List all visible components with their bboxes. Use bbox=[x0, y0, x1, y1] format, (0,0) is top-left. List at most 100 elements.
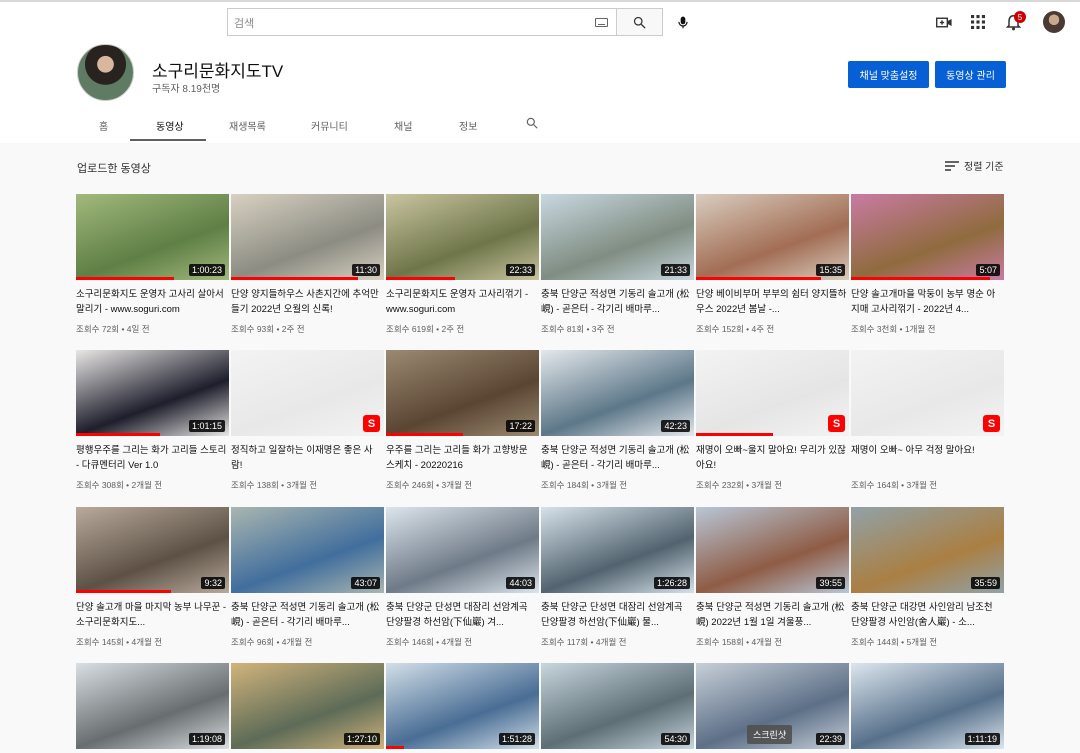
video-title[interactable]: 정직하고 일잘하는 이재명은 좋은 사람! bbox=[231, 443, 384, 473]
video-thumbnail[interactable]: 5:07 bbox=[851, 194, 1004, 280]
video-thumbnail[interactable]: 9:32 bbox=[76, 507, 229, 593]
video-card[interactable]: 42:23 충북 단양군 적성면 기동리 솔고개 (松峴) - 곧은터 - 각기리… bbox=[541, 350, 694, 491]
video-card[interactable]: S 재명이 오빠~울지 말아요! 우리가 있잖아요! 조회수 232회 • 3개월 … bbox=[696, 350, 849, 491]
video-thumbnail[interactable]: 1:11:19 bbox=[851, 663, 1004, 749]
video-meta: 조회수 93회 • 2주 전 bbox=[231, 324, 305, 334]
search-button[interactable] bbox=[617, 8, 663, 36]
video-title[interactable]: 충북 단양군 적성면 기동리 솔고개 (松峴) 2022년 1월 1일 겨울풍.… bbox=[696, 600, 849, 630]
video-title[interactable]: 재명이 오빠~울지 말아요! 우리가 있잖아요! bbox=[696, 443, 849, 473]
tab-about[interactable]: 정보 bbox=[459, 118, 477, 133]
apps-button[interactable] bbox=[966, 10, 990, 34]
video-title[interactable]: 충북 단양군 대강면 사인암리 남조천 단양팔경 사인암(舍人巖) - 소... bbox=[851, 600, 1004, 630]
video-thumbnail[interactable]: 1:01:15 bbox=[76, 350, 229, 436]
video-thumbnail[interactable]: 21:33 bbox=[541, 194, 694, 280]
video-thumbnail[interactable]: S bbox=[696, 350, 849, 436]
video-thumbnail[interactable]: 42:23 bbox=[541, 350, 694, 436]
video-thumbnail[interactable]: 22:33 bbox=[386, 194, 539, 280]
video-title[interactable]: 충북 단양군 단성면 대잠리 선암계곡 단양팔경 하선암(下仙巖) 겨... bbox=[386, 600, 539, 630]
tab-home[interactable]: 홈 bbox=[99, 118, 108, 133]
shorts-icon: S bbox=[828, 415, 845, 432]
video-card[interactable]: 5:07 단양 솔고개마을 막둥이 농부 명순 아지매 고사리꺾기 - 2022년… bbox=[851, 194, 1004, 335]
tab-community[interactable]: 커뮤니티 bbox=[311, 118, 348, 133]
video-thumbnail[interactable]: 1:51:28 bbox=[386, 663, 539, 749]
video-meta: 조회수 144회 • 5개월 전 bbox=[851, 637, 938, 647]
manage-videos-button[interactable]: 동영상 관리 bbox=[935, 61, 1006, 88]
watch-progress-bar bbox=[76, 277, 174, 280]
video-card[interactable]: 1:27:10 bbox=[231, 663, 384, 749]
search-input[interactable]: 검색 bbox=[234, 15, 254, 31]
video-card[interactable]: S 재명이 오빠~ 아무 걱정 말아요! 조회수 164회 • 3개월 전 bbox=[851, 350, 1004, 491]
keyboard-icon[interactable] bbox=[595, 18, 608, 27]
video-thumbnail[interactable]: 35:59 bbox=[851, 507, 1004, 593]
microphone-button[interactable] bbox=[672, 10, 694, 34]
video-duration: 5:07 bbox=[976, 264, 1000, 276]
search-box[interactable]: 검색 bbox=[227, 8, 617, 36]
video-title[interactable]: 단양 솔고개 마을 마지막 농부 나무꾼 - 소구리문화지도... bbox=[76, 600, 229, 630]
customize-channel-button[interactable]: 채널 맞춤설정 bbox=[848, 61, 929, 88]
video-title[interactable]: 소구리문화지도 운영자 고사리꺾기 - www.soguri.com bbox=[386, 287, 539, 317]
video-card[interactable]: 43:07 충북 단양군 적성면 기동리 솔고개 (松峴) - 곧은터 - 각기리… bbox=[231, 507, 384, 648]
video-card[interactable]: 11:30 단양 양지들하우스 사촌지간에 추억만들기 2022년 오월의 신록!… bbox=[231, 194, 384, 335]
video-title[interactable]: 재명이 오빠~ 아무 걱정 말아요! bbox=[851, 443, 1004, 473]
video-title[interactable]: 충북 단양군 적성면 기동리 솔고개 (松峴) - 곧은터 - 각기리 배마루.… bbox=[541, 443, 694, 473]
video-card[interactable]: 35:59 충북 단양군 대강면 사인암리 남조천 단양팔경 사인암(舍人巖) -… bbox=[851, 507, 1004, 648]
channel-search-button[interactable] bbox=[525, 116, 539, 135]
video-meta: 조회수 145회 • 4개월 전 bbox=[76, 637, 163, 647]
video-thumbnail[interactable]: S bbox=[231, 350, 384, 436]
video-thumbnail[interactable]: 39:55 bbox=[696, 507, 849, 593]
video-title[interactable]: 소구리문화지도 운영자 고사리 살아서 말리기 - www.soguri.com bbox=[76, 287, 229, 317]
video-thumbnail[interactable]: 1:26:28 bbox=[541, 507, 694, 593]
video-card[interactable]: 1:26:28 충북 단양군 단성면 대잠리 선암계곡 단양팔경 하선암(下仙巖)… bbox=[541, 507, 694, 648]
video-card[interactable]: 21:33 충북 단양군 적성면 기동리 솔고개 (松峴) - 곧은터 - 각기리… bbox=[541, 194, 694, 335]
video-title[interactable]: 단양 베이비부머 부부의 쉼터 양지뜰하우스 2022년 봄날 -... bbox=[696, 287, 849, 317]
video-thumbnail[interactable]: 54:30 bbox=[541, 663, 694, 749]
video-thumbnail[interactable]: 11:30 bbox=[231, 194, 384, 280]
video-thumbnail[interactable]: 1:19:08 bbox=[76, 663, 229, 749]
video-card[interactable]: 22:33 소구리문화지도 운영자 고사리꺾기 - www.soguri.com 조… bbox=[386, 194, 539, 335]
account-avatar[interactable] bbox=[1043, 11, 1065, 33]
search-icon bbox=[633, 16, 646, 29]
video-card[interactable]: S 정직하고 일잘하는 이재명은 좋은 사람! 조회수 138회 • 3개월 전 bbox=[231, 350, 384, 491]
video-duration: 44:03 bbox=[506, 577, 535, 589]
video-duration: 11:30 bbox=[352, 264, 380, 276]
video-duration: 1:19:08 bbox=[188, 733, 225, 745]
video-thumbnail[interactable]: 1:00:23 bbox=[76, 194, 229, 280]
sort-icon bbox=[945, 161, 959, 171]
video-thumbnail[interactable]: 15:35 bbox=[696, 194, 849, 280]
video-duration: 9:32 bbox=[201, 577, 225, 589]
video-title[interactable]: 단양 솔고개마을 막둥이 농부 명순 아지매 고사리꺾기 - 2022년 4..… bbox=[851, 287, 1004, 317]
video-card[interactable]: 1:19:08 bbox=[76, 663, 229, 749]
tab-channels[interactable]: 채널 bbox=[394, 118, 412, 133]
video-duration: 42:23 bbox=[661, 420, 690, 432]
video-title[interactable]: 충북 단양군 단성면 대잠리 선암계곡 단양팔경 하선암(下仙巖) 물... bbox=[541, 600, 694, 630]
video-thumbnail[interactable]: 17:22 bbox=[386, 350, 539, 436]
watch-progress-bar bbox=[386, 746, 405, 749]
video-thumbnail[interactable]: S bbox=[851, 350, 1004, 436]
video-title[interactable]: 평행우주를 그리는 화가 고리들 스토리 - 다큐멘터리 Ver 1.0 bbox=[76, 443, 229, 473]
tab-videos[interactable]: 동영상 bbox=[156, 118, 184, 133]
tab-playlists[interactable]: 재생목록 bbox=[229, 118, 266, 133]
video-card[interactable]: 17:22 우주를 그리는 고리들 화가 고향방문 스케치 - 20220216 조… bbox=[386, 350, 539, 491]
video-title[interactable]: 단양 양지들하우스 사촌지간에 추억만들기 2022년 오월의 신록! bbox=[231, 287, 384, 317]
video-card[interactable]: 9:32 단양 솔고개 마을 마지막 농부 나무꾼 - 소구리문화지도... 조회수… bbox=[76, 507, 229, 648]
video-title[interactable]: 우주를 그리는 고리들 화가 고향방문 스케치 - 20220216 bbox=[386, 443, 539, 473]
video-title[interactable]: 충북 단양군 적성면 기동리 솔고개 (松峴) - 곧은터 - 각기리 배마루.… bbox=[231, 600, 384, 630]
video-card[interactable]: 54:30 bbox=[541, 663, 694, 749]
video-duration: 1:00:23 bbox=[188, 264, 225, 276]
video-card[interactable]: 1:01:15 평행우주를 그리는 화가 고리들 스토리 - 다큐멘터리 Ver … bbox=[76, 350, 229, 491]
create-video-button[interactable] bbox=[932, 10, 956, 34]
video-card[interactable]: 15:35 단양 베이비부머 부부의 쉼터 양지뜰하우스 2022년 봄날 -..… bbox=[696, 194, 849, 335]
sort-label: 정렬 기준 bbox=[964, 162, 1004, 173]
video-card[interactable]: 44:03 충북 단양군 단성면 대잠리 선암계곡 단양팔경 하선암(下仙巖) 겨… bbox=[386, 507, 539, 648]
video-card[interactable]: 1:00:23 소구리문화지도 운영자 고사리 살아서 말리기 - www.sog… bbox=[76, 194, 229, 335]
video-card[interactable]: 1:11:19 bbox=[851, 663, 1004, 749]
video-duration: 15:35 bbox=[816, 264, 845, 276]
video-thumbnail[interactable]: 43:07 bbox=[231, 507, 384, 593]
video-card[interactable]: 1:51:28 bbox=[386, 663, 539, 749]
sort-button[interactable]: 정렬 기준 bbox=[945, 158, 1004, 173]
video-thumbnail[interactable]: 44:03 bbox=[386, 507, 539, 593]
video-title[interactable]: 충북 단양군 적성면 기동리 솔고개 (松峴) - 곧은터 - 각기리 배마루.… bbox=[541, 287, 694, 317]
video-card[interactable]: 39:55 충북 단양군 적성면 기동리 솔고개 (松峴) 2022년 1월 1일… bbox=[696, 507, 849, 648]
video-thumbnail[interactable]: 1:27:10 bbox=[231, 663, 384, 749]
video-duration: 1:01:15 bbox=[188, 420, 225, 432]
